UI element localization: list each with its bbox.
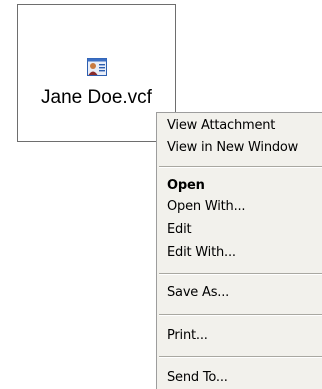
menu-separator — [159, 166, 322, 168]
context-menu: View Attachment View in New Window Open … — [156, 112, 322, 389]
menu-item-open[interactable]: Open — [167, 177, 318, 195]
menu-item-view-in-new-window[interactable]: View in New Window — [167, 139, 318, 157]
menu-separator — [159, 314, 322, 316]
menu-item-save-as[interactable]: Save As... — [167, 284, 318, 302]
menu-item-open-with[interactable]: Open With... — [167, 198, 318, 216]
attachment-file-name: Jane Doe.vcf — [41, 87, 152, 108]
vcard-contact-icon — [87, 58, 107, 76]
menu-separator — [159, 273, 322, 275]
menu-separator — [159, 356, 322, 358]
menu-item-send-to[interactable]: Send To... — [167, 369, 318, 387]
menu-item-edit[interactable]: Edit — [167, 221, 318, 239]
attachment-tile[interactable]: Jane Doe.vcf — [17, 4, 176, 142]
menu-item-edit-with[interactable]: Edit With... — [167, 244, 318, 262]
menu-item-view-attachment[interactable]: View Attachment — [167, 117, 318, 135]
menu-item-print[interactable]: Print... — [167, 327, 318, 345]
